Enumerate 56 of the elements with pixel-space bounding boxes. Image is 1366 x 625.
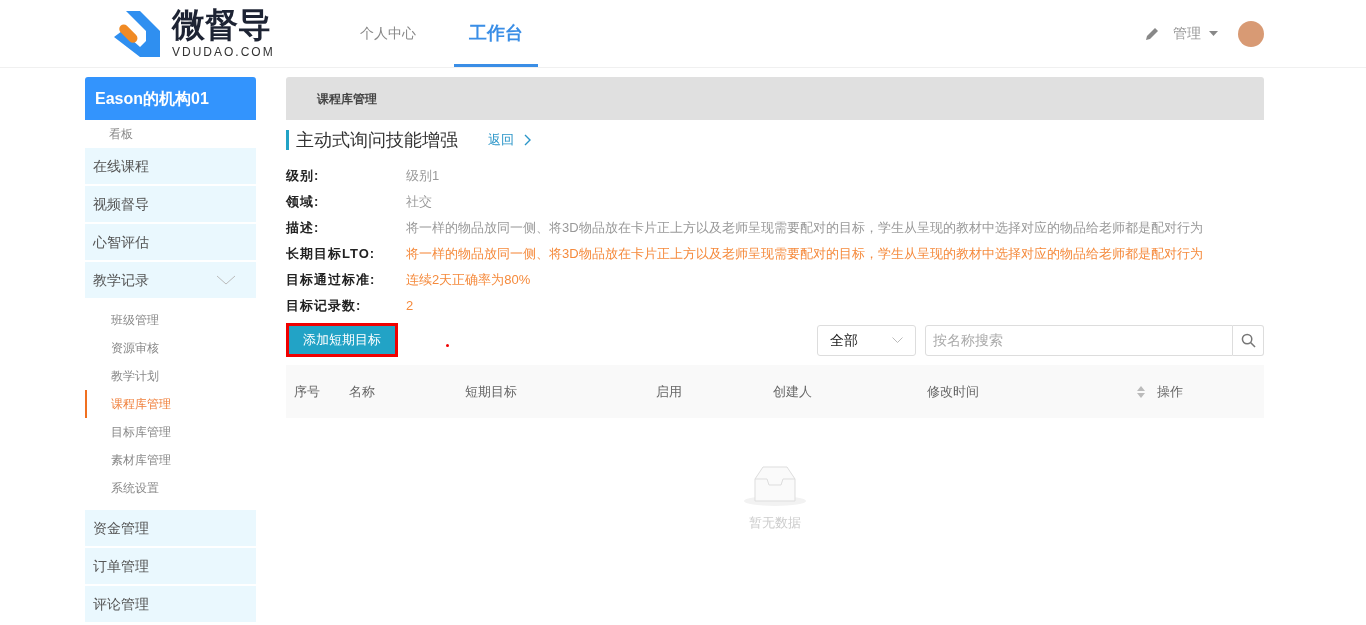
sidebar-item[interactable]: 资金管理 xyxy=(85,510,256,546)
detail-value: 社交 xyxy=(406,193,432,212)
sidebar-subitem[interactable]: 看板 xyxy=(85,120,256,148)
detail-label: 目标通过标准: xyxy=(286,271,377,290)
chevron-icon xyxy=(216,275,236,285)
sidebar-subitem[interactable]: 课程库管理 xyxy=(85,390,256,418)
detail-label: 领域: xyxy=(286,193,321,212)
caret-icon xyxy=(1209,31,1218,36)
chevron-down-icon xyxy=(892,337,903,343)
sidebar-item[interactable]: 订单管理 xyxy=(85,548,256,584)
nav-tab[interactable]: 工作台 xyxy=(454,0,538,67)
page-title: 主动式询问技能增强 xyxy=(296,128,458,152)
user-menu[interactable]: 管理 xyxy=(1173,23,1218,44)
detail-value: 将一样的物品放同一侧、将3D物品放在卡片正上方以及老师呈现需要配对的目标，学生从呈现的教材中选择对应的物品给老师都是配对行为 xyxy=(406,245,1203,264)
detail-value: 2 xyxy=(406,297,414,316)
column-header: 启用 xyxy=(656,382,682,401)
logo-name: 微督导 xyxy=(172,6,272,43)
column-header: 创建人 xyxy=(773,382,812,401)
add-short-goal-button[interactable]: 添加短期目标 xyxy=(286,323,398,357)
sidebar-item[interactable]: 在线课程 xyxy=(85,148,256,184)
detail-value: 级别1 xyxy=(406,167,440,186)
search-icon xyxy=(1240,332,1256,348)
column-header: 操作 xyxy=(1157,382,1183,401)
column-header: 短期目标 xyxy=(465,382,517,401)
sidebar-item[interactable]: 心智评估 xyxy=(85,224,256,260)
sidebar-subitem[interactable]: 目标库管理 xyxy=(85,418,256,446)
breadcrumb-bar: 课程库管理 xyxy=(286,77,1264,120)
nav-tab[interactable]: 个人中心 xyxy=(350,0,426,67)
sidebar-subitem[interactable]: 资源审核 xyxy=(85,334,256,362)
sidebar-subitem[interactable]: 素材库管理 xyxy=(85,446,256,474)
sidebar-subitem[interactable]: 班级管理 xyxy=(85,306,256,334)
sidebar-subitem[interactable]: 系统设置 xyxy=(85,474,256,502)
detail-label: 描述: xyxy=(286,219,321,238)
search-button[interactable] xyxy=(1233,324,1264,356)
pencil-icon[interactable] xyxy=(1145,26,1159,41)
org-title: Eason的机构01 xyxy=(85,77,256,120)
filter-select[interactable]: 全部 xyxy=(817,324,916,356)
column-header[interactable]: 修改时间 xyxy=(927,381,979,402)
avatar[interactable] xyxy=(1238,20,1264,47)
detail-value: 连续2天正确率为80% xyxy=(406,271,531,290)
column-header: 序号 xyxy=(294,382,320,401)
column-header: 名称 xyxy=(349,382,375,401)
title-accent-bar xyxy=(286,130,289,150)
sidebar-subitem[interactable]: 教学计划 xyxy=(85,362,256,390)
detail-label: 长期目标LTO: xyxy=(286,245,377,264)
sidebar-item[interactable]: 视频督导 xyxy=(85,186,256,222)
sidebar-item[interactable]: 评论管理 xyxy=(85,586,256,622)
detail-label: 级别: xyxy=(286,167,321,186)
logo-domain: VDUDAO.COM xyxy=(172,43,275,61)
chevron-right-icon xyxy=(524,134,531,146)
sidebar-item[interactable]: 教学记录 xyxy=(85,262,256,298)
sort-icon[interactable] xyxy=(1137,385,1145,398)
detail-label: 目标记录数: xyxy=(286,297,363,316)
empty-tray-icon xyxy=(743,463,807,507)
back-link[interactable]: 返回 xyxy=(488,130,531,150)
search-field[interactable]: 按名称搜索 xyxy=(925,324,1233,356)
